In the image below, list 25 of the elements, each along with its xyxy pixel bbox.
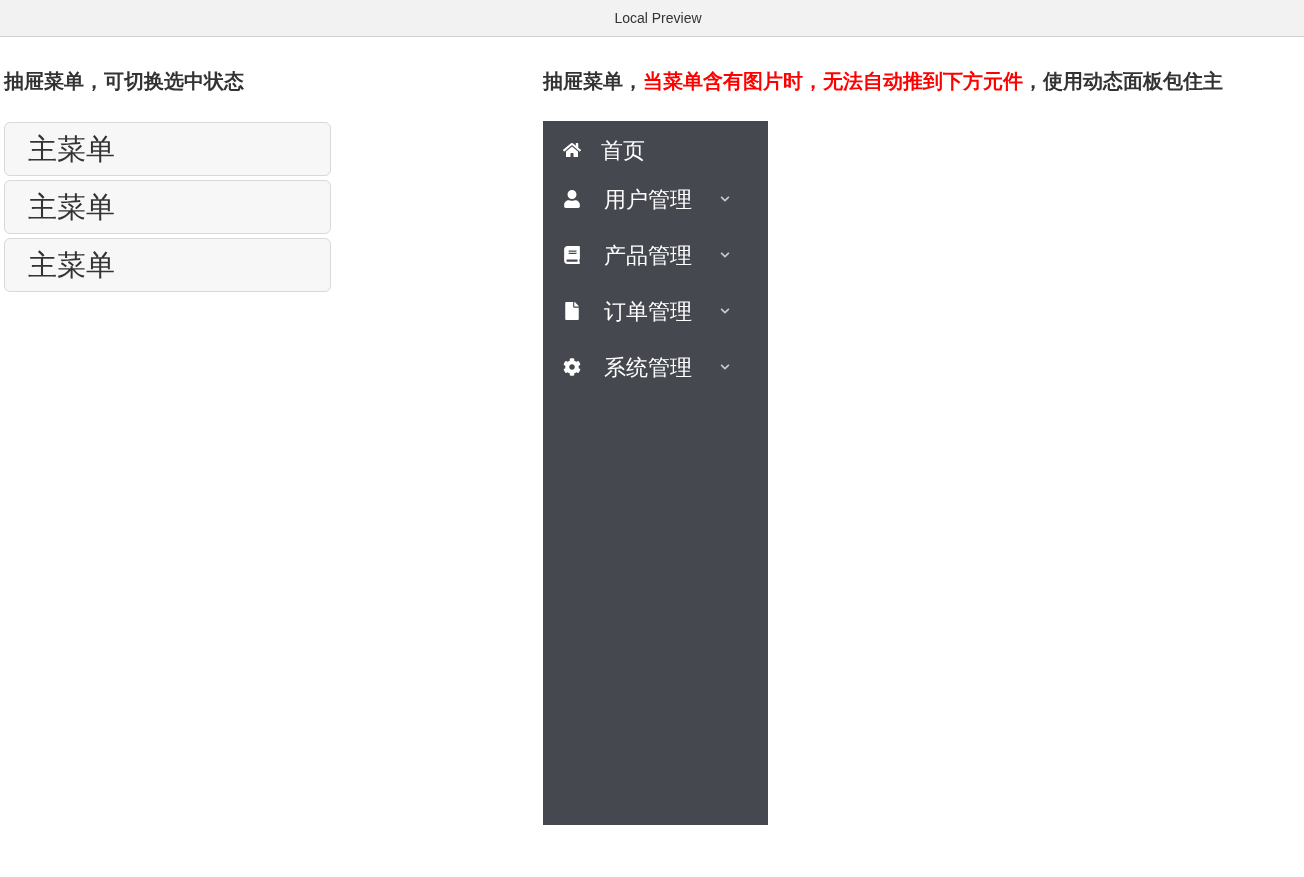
menu-label: 首页: [601, 136, 645, 165]
home-icon: [563, 141, 581, 159]
main-menu-button[interactable]: 主菜单: [4, 180, 331, 234]
book-icon: [563, 246, 581, 264]
chevron-down-icon: [720, 306, 730, 316]
chevron-down-icon: [720, 362, 730, 372]
chevron-down-icon: [720, 250, 730, 260]
sidebar-menu-item[interactable]: 用户管理: [543, 171, 768, 227]
menu-label: 系统管理: [604, 353, 692, 382]
chevron-down-icon: [720, 194, 730, 204]
menu-label: 订单管理: [604, 297, 692, 326]
section-heading: 抽屉菜单，当菜单含有图片时，无法自动推到下方元件，使用动态面板包住主: [543, 69, 1223, 94]
sidebar-menu-item[interactable]: 订单管理: [543, 283, 768, 339]
main-menu-button[interactable]: 主菜单: [4, 238, 331, 292]
sidebar-menu-item[interactable]: 首页: [543, 129, 768, 171]
sidebar-menu-item[interactable]: 系统管理: [543, 339, 768, 395]
menu-label: 用户管理: [604, 185, 692, 214]
menu-label: 产品管理: [604, 241, 692, 270]
file-icon: [563, 302, 581, 320]
main-menu-button[interactable]: 主菜单: [4, 122, 331, 176]
section-heading: 抽屉菜单，可切换选中状态: [4, 69, 245, 94]
settings-icon: [563, 358, 581, 376]
user-icon: [563, 190, 581, 208]
window-title: Local Preview: [613, 8, 702, 28]
sidebar-menu-item[interactable]: 产品管理: [543, 227, 768, 283]
